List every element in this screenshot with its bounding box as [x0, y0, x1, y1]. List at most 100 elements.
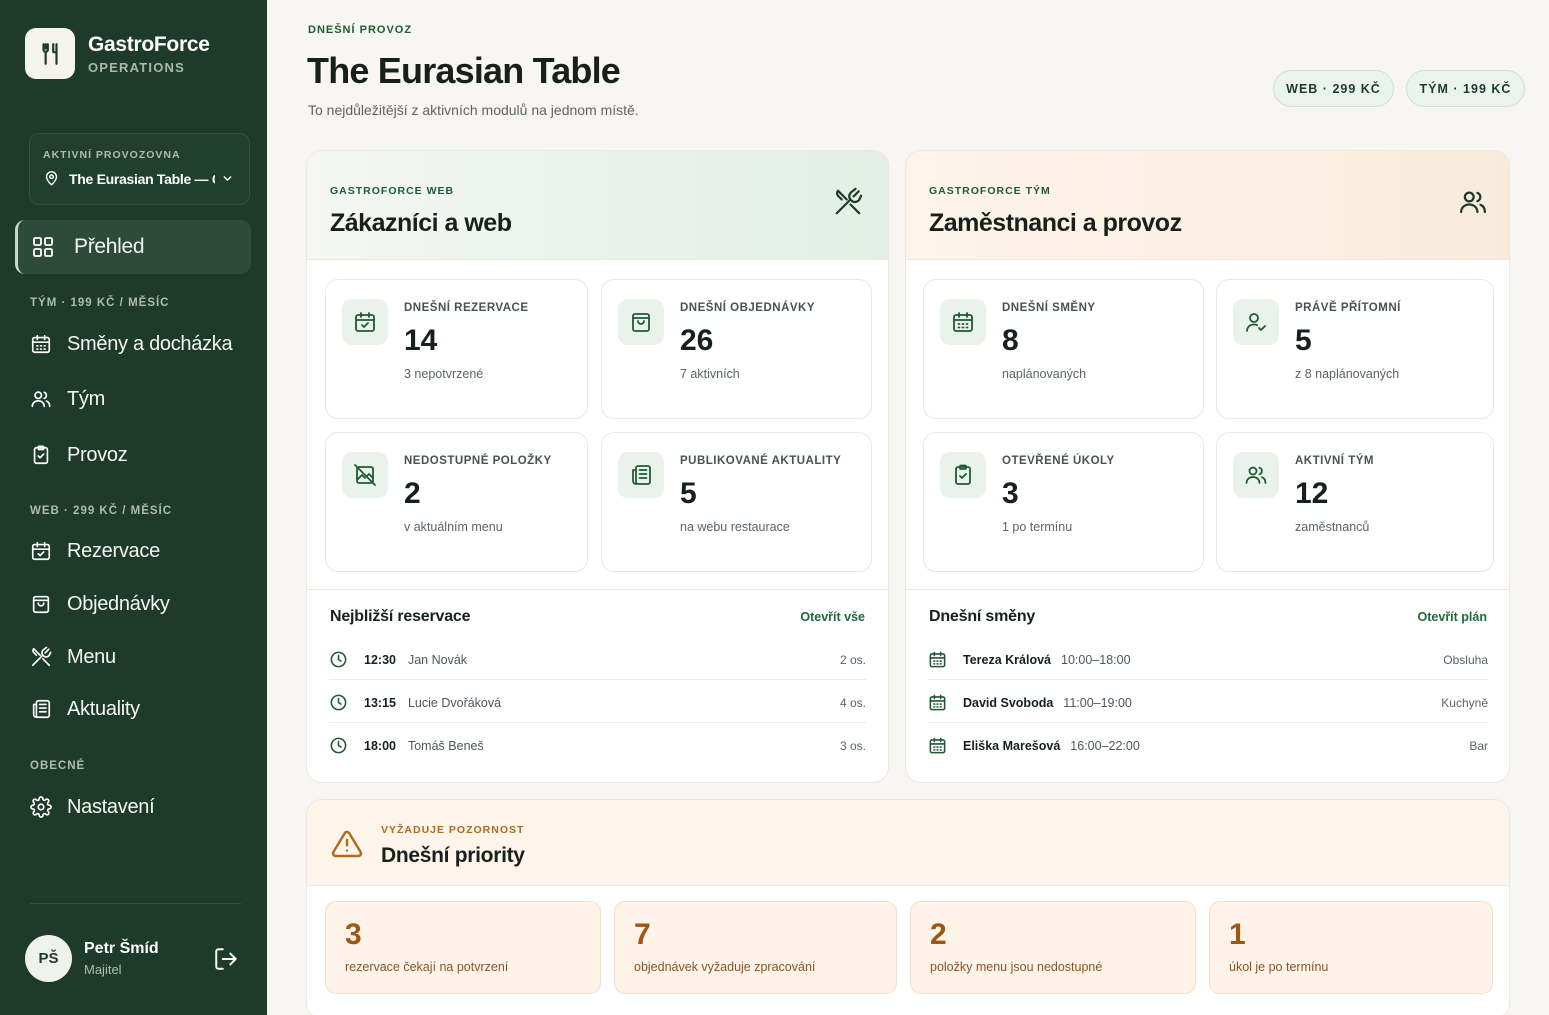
clipboard-check-icon	[940, 452, 986, 498]
user-name: Petr Šmíd	[84, 940, 159, 957]
nav-settings[interactable]: Nastavení	[15, 780, 251, 834]
stat-card-news[interactable]: PUBLIKOVANÉ AKTUALITY 5 na webu restaura…	[601, 432, 872, 572]
stat-note: 1 po termínu	[1002, 520, 1073, 534]
nav-operations[interactable]: Provoz	[15, 428, 251, 482]
calendar-icon	[940, 299, 986, 345]
reservation-time: 13:15	[364, 695, 396, 710]
nav-operations-label: Provoz	[67, 443, 128, 466]
list-item[interactable]: David Svoboda 11:00–19:00 Kuchyně	[928, 681, 1488, 724]
priority-card[interactable]: 1 úkol je po termínu	[1209, 901, 1493, 994]
nav-reservations[interactable]: Rezervace	[15, 524, 251, 578]
newspaper-icon	[618, 452, 664, 498]
nav-overview-label: Přehled	[74, 235, 145, 258]
stat-card-present[interactable]: PRÁVĚ PŘÍTOMNÍ 5 z 8 naplánovaných	[1216, 279, 1494, 419]
brand-subtitle: OPERATIONS	[88, 60, 185, 75]
stat-card-tasks[interactable]: OTEVŘENÉ ÚKOLY 3 1 po termínu	[923, 432, 1204, 572]
reservations-list-title: Nejbližší reservace	[330, 608, 471, 625]
stat-card-reservations[interactable]: DNEŠNÍ REZERVACE 14 3 nepotvrzené	[325, 279, 588, 419]
nav-team[interactable]: Tým	[15, 372, 251, 426]
nav-news[interactable]: Aktuality	[15, 682, 251, 736]
row-divider	[928, 679, 1488, 680]
location-selector[interactable]: AKTIVNÍ PROVOZOVNA The Eurasian Table — …	[29, 133, 250, 205]
users-icon	[1458, 187, 1488, 217]
web-panel-title: Zákazníci a web	[330, 209, 512, 237]
stat-value: 8	[1002, 324, 1019, 357]
brand[interactable]: GastroForce OPERATIONS	[25, 28, 210, 79]
priority-card[interactable]: 7 objednávek vyžaduje zpracování	[614, 901, 897, 994]
clipboard-check-icon	[29, 443, 53, 467]
page-subtitle: To nejdůležitější z aktivních modulů na …	[308, 102, 639, 118]
grid-icon	[31, 235, 55, 259]
stat-value: 2	[404, 477, 421, 510]
nav-shifts-label: Směny a docházka	[67, 332, 233, 355]
stat-label: DNEŠNÍ SMĚNY	[1002, 302, 1096, 314]
stat-card-unavailable[interactable]: NEDOSTUPNÉ POLOŽKY 2 v aktuálním menu	[325, 432, 588, 572]
page-eyebrow: DNEŠNÍ PROVOZ	[308, 24, 413, 36]
nav-overview[interactable]: Přehled	[15, 220, 251, 274]
stat-label: OTEVŘENÉ ÚKOLY	[1002, 455, 1115, 467]
nav-section-general: OBECNÉ	[30, 760, 86, 772]
calendar-icon	[928, 650, 947, 669]
shopping-bag-icon	[29, 592, 53, 616]
web-panel-header: GASTROFORCE WEB Zákazníci a web	[307, 151, 888, 260]
nav-menu-label: Menu	[67, 645, 116, 668]
nav-shifts[interactable]: Směny a docházka	[15, 317, 251, 371]
shift-time: 11:00–19:00	[1063, 695, 1132, 710]
priority-card[interactable]: 2 položky menu jsou nedostupné	[910, 901, 1196, 994]
calendar-check-icon	[29, 539, 53, 563]
priorities-panel: VYŽADUJE POZORNOST Dnešní priority 3 rez…	[306, 799, 1510, 1015]
team-panel: GASTROFORCE TÝM Zaměstnanci a provoz DNE…	[905, 150, 1510, 783]
list-item[interactable]: 12:30 Jan Novák 2 os.	[329, 638, 866, 681]
logout-icon[interactable]	[213, 946, 239, 972]
nav-reservations-label: Rezervace	[67, 539, 160, 562]
priority-text: rezervace čekají na potvrzení	[345, 960, 509, 974]
shift-time: 16:00–22:00	[1070, 738, 1140, 753]
location-label: AKTIVNÍ PROVOZOVNA	[43, 149, 181, 161]
priorities-title: Dnešní priority	[381, 844, 525, 867]
nav-section-team: TÝM · 199 KČ / MĚSÍC	[30, 297, 170, 309]
user-profile[interactable]: PŠ Petr Šmíd Majitel	[25, 935, 159, 982]
priority-text: položky menu jsou nedostupné	[930, 960, 1103, 974]
stat-card-shifts[interactable]: DNEŠNÍ SMĚNY 8 naplánovaných	[923, 279, 1204, 419]
shift-role: Obsluha	[1443, 652, 1488, 667]
stat-note: 7 aktivních	[680, 367, 740, 381]
stat-label: DNEŠNÍ OBJEDNÁVKY	[680, 302, 816, 314]
shift-employee: Tereza Králová	[963, 652, 1052, 667]
stat-value: 12	[1295, 477, 1329, 510]
priority-text: úkol je po termínu	[1229, 960, 1329, 974]
list-item[interactable]: Tereza Králová 10:00–18:00 Obsluha	[928, 638, 1488, 681]
chevron-down-icon	[221, 172, 234, 185]
avatar: PŠ	[25, 935, 72, 982]
priority-card[interactable]: 3 rezervace čekají na potvrzení	[325, 901, 601, 994]
open-plan-link[interactable]: Otevřít plán	[1418, 610, 1487, 624]
shifts-list-title: Dnešní směny	[929, 608, 1036, 625]
list-item[interactable]: 18:00 Tomáš Beneš 3 os.	[329, 724, 866, 767]
stat-value: 14	[404, 324, 438, 357]
stat-label: PUBLIKOVANÉ AKTUALITY	[680, 455, 842, 467]
open-all-link[interactable]: Otevřít vše	[800, 610, 865, 624]
stat-label: AKTIVNÍ TÝM	[1295, 455, 1374, 467]
stat-note: v aktuálním menu	[404, 520, 503, 534]
nav-menu[interactable]: Menu	[15, 630, 251, 684]
web-panel-eyebrow: GASTROFORCE WEB	[330, 185, 455, 197]
gear-icon	[29, 795, 53, 819]
nav-orders[interactable]: Objednávky	[15, 577, 251, 631]
list-item[interactable]: Eliška Marešová 16:00–22:00 Bar	[928, 724, 1488, 767]
stat-card-active-team[interactable]: AKTIVNÍ TÝM 12 zaměstnanců	[1216, 432, 1494, 572]
nav-news-label: Aktuality	[67, 697, 140, 720]
reservation-name: Jan Novák	[407, 652, 468, 667]
sidebar-divider	[30, 903, 241, 904]
list-item[interactable]: 13:15 Lucie Dvořáková 4 os.	[329, 681, 866, 724]
stat-value: 3	[1002, 477, 1019, 510]
shift-employee: Eliška Marešová	[963, 738, 1061, 753]
location-value: The Eurasian Table — Č	[69, 170, 215, 187]
priority-value: 1	[1229, 918, 1246, 951]
stat-card-orders[interactable]: DNEŠNÍ OBJEDNÁVKY 26 7 aktivních	[601, 279, 872, 419]
priorities-eyebrow: VYŽADUJE POZORNOST	[381, 824, 525, 836]
priorities-header: VYŽADUJE POZORNOST Dnešní priority	[307, 800, 1509, 886]
priority-value: 3	[345, 918, 362, 951]
shift-time: 10:00–18:00	[1061, 652, 1131, 667]
plan-badge-web: WEB · 299 KČ	[1273, 70, 1394, 107]
reservation-name: Tomáš Beneš	[407, 738, 484, 753]
user-role: Majitel	[84, 962, 122, 977]
